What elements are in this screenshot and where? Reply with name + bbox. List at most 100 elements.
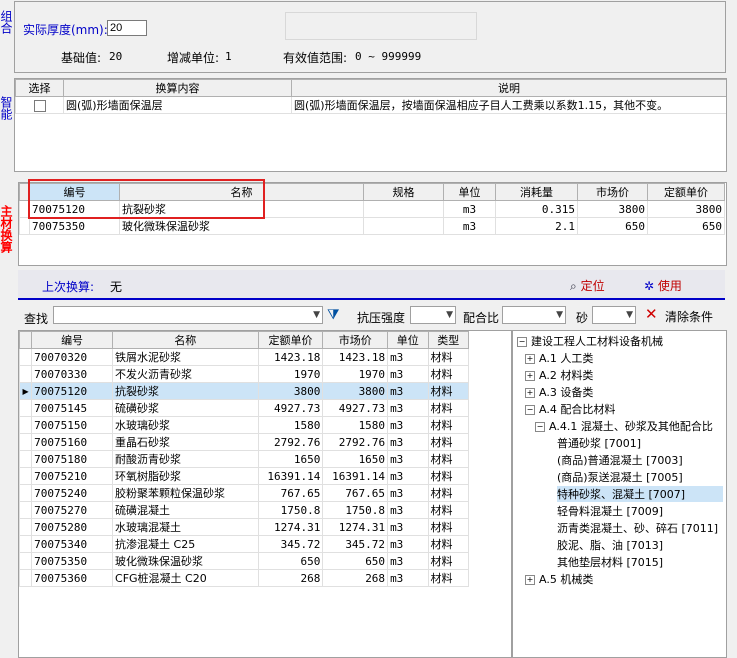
collapse-icon[interactable]: − <box>535 422 545 432</box>
conversion-note: 圆(弧)形墙面保温层，按墙面保温相应子目人工费乘以系数1.15，其他不变。 <box>291 96 726 114</box>
sand-select[interactable]: ▼ <box>592 306 636 324</box>
tree-node-c8[interactable]: 其他垫层材料 [7015] <box>557 554 663 570</box>
cell-price: 1970 <box>257 365 324 383</box>
cell-price: 1650 <box>257 450 324 468</box>
expand-icon[interactable]: + <box>525 371 535 381</box>
col-unit: 单位 <box>443 183 496 201</box>
clear-conditions-button[interactable]: 清除条件 <box>665 308 713 325</box>
chevron-down-icon: ▼ <box>446 310 453 320</box>
cell-price: 2792.76 <box>257 433 324 451</box>
col-spec: 规格 <box>363 183 444 201</box>
use-button[interactable]: ✲ 使用 <box>644 277 682 294</box>
tree-node-a41[interactable]: − A.4.1 混凝土、砂浆及其他配合比 <box>535 418 713 434</box>
tree-node-c2[interactable]: (商品)普通混凝土 [7003] <box>557 452 683 468</box>
cell-unit: m3 <box>387 433 429 451</box>
col-qty: 消耗量 <box>495 183 578 201</box>
tree-node-c6[interactable]: 沥青类混凝土、砂、碎石 [7011] <box>557 520 718 536</box>
cell-name: 胶粉聚苯颗粒保温砂浆 <box>112 484 259 502</box>
sand-label: 砂 <box>576 311 589 325</box>
table-row[interactable]: 70075150 水玻璃砂浆 1580 1580 m3 材料 <box>19 416 469 434</box>
range-label: 有效值范围: <box>283 51 348 65</box>
cell-name: 不发火沥青砂浆 <box>112 365 259 383</box>
select-checkbox[interactable] <box>33 99 46 112</box>
cell-unit: m3 <box>387 365 429 383</box>
table-row[interactable]: 70075160 重晶石砂浆 2792.76 2792.76 m3 材料 <box>19 433 469 451</box>
tree-node-a1[interactable]: + A.1 人工类 <box>525 350 593 366</box>
search-label: 查找 <box>24 312 49 326</box>
collapse-icon[interactable]: − <box>517 337 527 347</box>
base-label: 基础值: <box>61 51 102 65</box>
tree-node-root[interactable]: − 建设工程人工材料设备机械 <box>517 333 663 349</box>
strength-select[interactable]: ▼ <box>410 306 456 324</box>
cell-name: 硫磺砂浆 <box>112 399 259 417</box>
highlight-box <box>28 179 265 219</box>
tree-node-c3[interactable]: (商品)泵送混凝土 [7005] <box>557 469 683 485</box>
cell-unit: m3 <box>387 467 429 485</box>
collapse-icon[interactable]: − <box>525 405 535 415</box>
side-tab-smart[interactable]: 智能 <box>0 96 13 120</box>
binoculars-icon: ⌕ <box>570 279 577 293</box>
expand-icon[interactable]: + <box>525 575 535 585</box>
cell-market: 3800 <box>322 382 389 400</box>
table-row[interactable]: 70075340 抗渗混凝土 C25 345.72 345.72 m3 材料 <box>19 535 469 553</box>
cell-name: 耐酸沥青砂浆 <box>112 450 259 468</box>
tree-node-a4[interactable]: − A.4 配合比材料 <box>525 401 615 417</box>
table-row[interactable]: 70075360 CFG桩混凝土 C20 268 268 m3 材料 <box>19 569 469 587</box>
col-price: 定额单价 <box>647 183 725 201</box>
cell-price: 16391.14 <box>257 467 324 485</box>
tree-node-c7[interactable]: 胶泥、脂、油 [7013] <box>557 537 663 553</box>
table-row[interactable]: 70070330 不发火沥青砂浆 1970 1970 m3 材料 <box>19 365 469 383</box>
table-row[interactable]: 70075210 环氧树脂砂浆 16391.14 16391.14 m3 材料 <box>19 467 469 485</box>
filter-icon[interactable]: ⧩ <box>327 307 340 323</box>
step-label: 增减单位: <box>167 51 220 65</box>
cell-unit: m3 <box>387 501 429 519</box>
col-unit: 单位 <box>387 331 429 349</box>
col-name: 名称 <box>112 331 259 349</box>
cell-price: 1274.31 <box>257 518 324 536</box>
ratio-select[interactable]: ▼ <box>502 306 566 324</box>
range-value: 0 ~ 999999 <box>355 50 422 63</box>
side-tab-material-conversion[interactable]: 主材换算 <box>0 205 13 265</box>
search-input[interactable]: ▼ <box>53 306 323 324</box>
cell-code: 70075145 <box>31 399 114 417</box>
cell-unit: m3 <box>387 518 429 536</box>
cell-price: 1423.18 <box>257 348 324 366</box>
expand-icon[interactable]: + <box>525 388 535 398</box>
chevron-down-icon: ▼ <box>626 310 633 320</box>
expand-icon[interactable]: + <box>525 354 535 364</box>
tree-node-a3[interactable]: + A.3 设备类 <box>525 384 593 400</box>
cell-price: 650 <box>257 552 324 570</box>
tree-node-c1[interactable]: 普通砂浆 [7001] <box>557 435 641 451</box>
table-row[interactable]: 70075350 玻化微珠保温砂浆 m3 2.1 650 650 <box>19 217 725 235</box>
cell-code: 70070320 <box>31 348 114 366</box>
table-row[interactable]: 70075280 水玻璃混凝土 1274.31 1274.31 m3 材料 <box>19 518 469 536</box>
cell-code: 70075150 <box>31 416 114 434</box>
tree-node-c5[interactable]: 轻骨料混凝土 [7009] <box>557 503 663 519</box>
table-row[interactable]: ▶ 70075120 抗裂砂浆 3800 3800 m3 材料 <box>19 382 469 400</box>
side-tab-combine[interactable]: 组合 <box>0 10 13 34</box>
table-row[interactable]: 70070320 铁屑水泥砂浆 1423.18 1423.18 m3 材料 <box>19 348 469 366</box>
table-row[interactable]: 圆(弧)形墙面保温层 圆(弧)形墙面保温层，按墙面保温相应子目人工费乘以系数1.… <box>15 96 726 114</box>
table-row[interactable]: 70075145 硫磺砂浆 4927.73 4927.73 m3 材料 <box>19 399 469 417</box>
thickness-input[interactable] <box>107 20 147 36</box>
cell-price: 767.65 <box>257 484 324 502</box>
chevron-down-icon: ▼ <box>313 310 320 320</box>
cell-name: 抗渗混凝土 C25 <box>112 535 259 553</box>
cell-market: 1970 <box>322 365 389 383</box>
tree-node-a5[interactable]: + A.5 机械类 <box>525 571 593 587</box>
chevron-down-icon: ▼ <box>556 310 563 320</box>
cell-code: 70075270 <box>31 501 114 519</box>
table-row[interactable]: 70075350 玻化微珠保温砂浆 650 650 m3 材料 <box>19 552 469 570</box>
use-icon: ✲ <box>644 279 655 293</box>
locate-button[interactable]: ⌕ 定位 <box>570 277 605 294</box>
tree-node-c4[interactable]: 特种砂浆、混凝土 [7007] <box>557 486 723 502</box>
table-row[interactable]: 70075180 耐酸沥青砂浆 1650 1650 m3 材料 <box>19 450 469 468</box>
cell-market: 268 <box>322 569 389 587</box>
cell-code: 70075340 <box>31 535 114 553</box>
cell-name: 硫磺混凝土 <box>112 501 259 519</box>
table-row[interactable]: 70075240 胶粉聚苯颗粒保温砂浆 767.65 767.65 m3 材料 <box>19 484 469 502</box>
tree-node-a2[interactable]: + A.2 材料类 <box>525 367 593 383</box>
table-row[interactable]: 70075270 硫磺混凝土 1750.8 1750.8 m3 材料 <box>19 501 469 519</box>
col-content: 换算内容 <box>63 79 292 97</box>
cell-code: 70075210 <box>31 467 114 485</box>
